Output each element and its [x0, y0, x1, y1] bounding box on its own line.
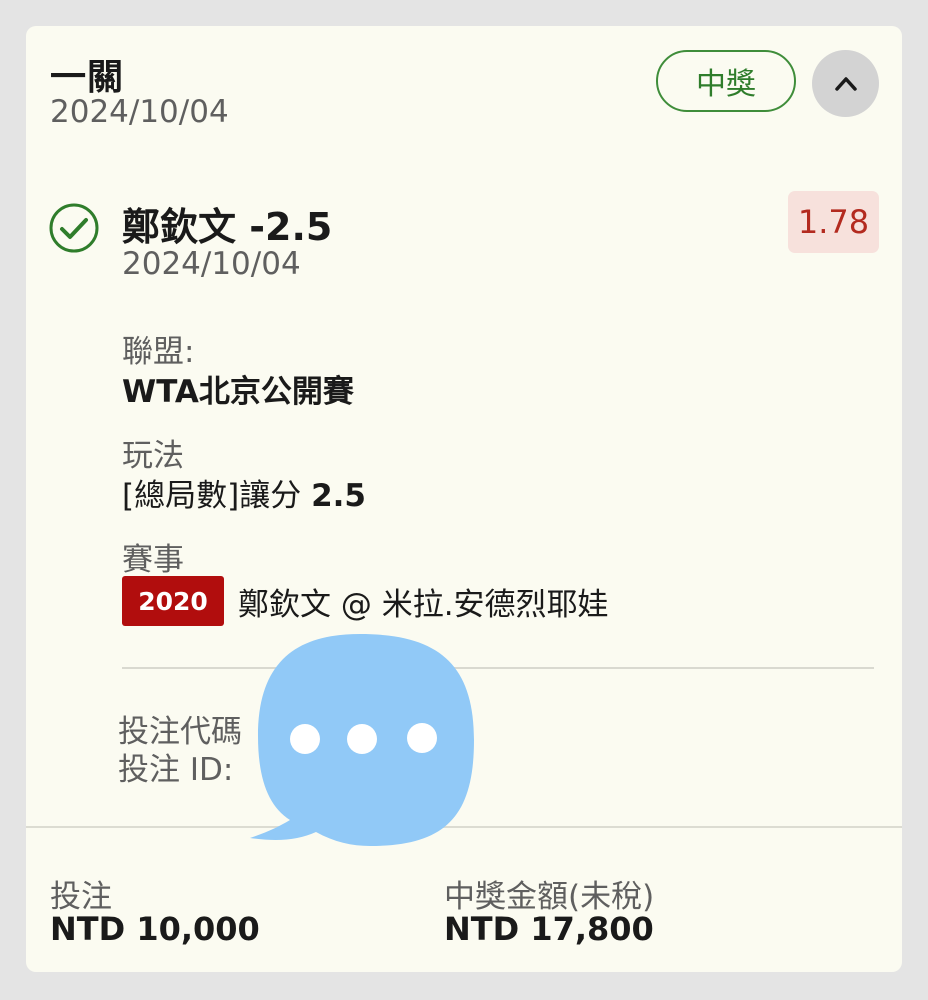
bet-id-label: 投注 ID:	[118, 752, 234, 788]
collapse-button[interactable]	[812, 50, 879, 117]
market-value: [總局數]讓分 2.5	[122, 470, 366, 515]
market-line: 2.5	[311, 478, 366, 514]
market-prefix: [總局數]讓分	[122, 478, 302, 514]
bet-date: 2024/10/04	[50, 94, 229, 130]
chat-bubble-icon	[250, 634, 474, 846]
market-label: 玩法	[122, 438, 184, 474]
league-value: WTA北京公開賽	[122, 374, 354, 410]
league-label: 聯盟:	[122, 334, 195, 370]
chevron-up-icon	[834, 76, 857, 91]
bet-type-title: 一關	[50, 57, 125, 98]
status-badge: 中獎	[656, 50, 796, 112]
stake-value: NTD 10,000	[50, 910, 260, 948]
payout-value: NTD 17,800	[444, 910, 654, 948]
divider	[122, 667, 874, 669]
check-circle-icon	[49, 203, 99, 253]
event-name: 鄭欽文 @ 米拉.安德烈耶娃	[238, 586, 609, 623]
event-code-badge: 2020	[122, 576, 224, 626]
odds-badge: 1.78	[788, 191, 879, 253]
selection-name: 鄭欽文 -2.5	[122, 205, 333, 249]
event-row: 2020 鄭欽文 @ 米拉.安德烈耶娃	[122, 576, 609, 626]
event-label: 賽事	[122, 542, 184, 578]
selection-date: 2024/10/04	[122, 246, 301, 282]
